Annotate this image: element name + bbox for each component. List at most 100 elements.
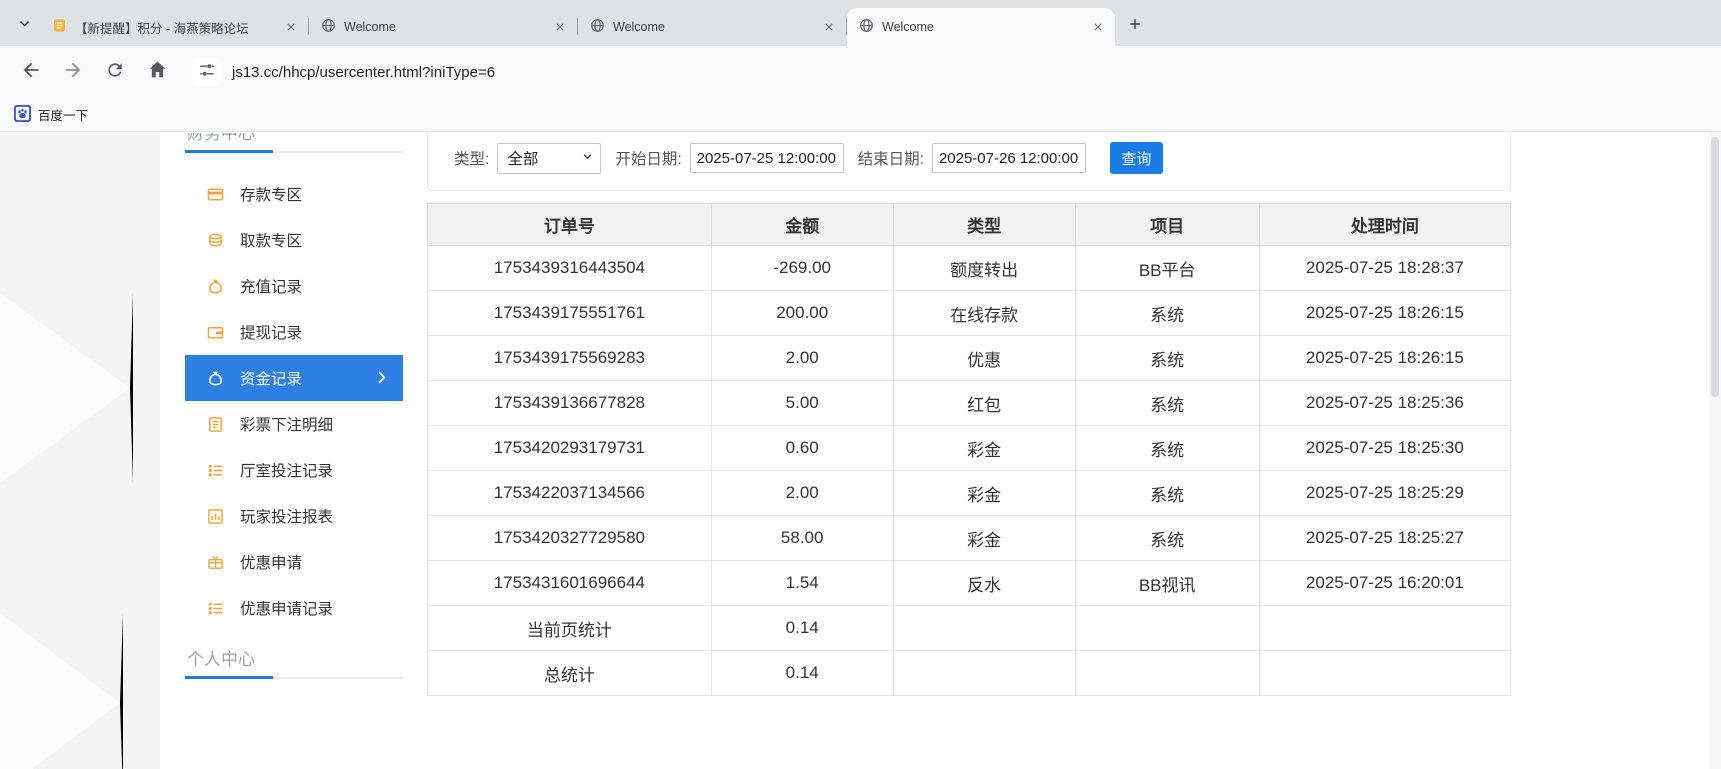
sidebar-item-funds-records[interactable]: 资金记录 xyxy=(185,355,403,401)
tab-welcome-active[interactable]: Welcome xyxy=(847,8,1115,46)
table-summary-row-total: 总统计 0.14 xyxy=(427,650,1512,696)
cell-summary-label: 总统计 xyxy=(427,650,712,696)
tab-title: Welcome xyxy=(344,20,396,34)
address-url[interactable]: js13.cc/hhcp/usercenter.html?iniType=6 xyxy=(232,64,495,81)
sidebar-item-deposit[interactable]: 存款专区 xyxy=(185,171,403,217)
cell-order-no: 1753439175551761 xyxy=(427,290,712,336)
sidebar-item-label: 玩家投注报表 xyxy=(240,509,334,526)
promo-apply-icon xyxy=(207,554,225,571)
tab-strip: 【新提醒】积分 - 海燕策略论坛 Welcome Welcome Welcome xyxy=(0,0,1721,46)
sidebar-item-promo-apply[interactable]: 优惠申请 xyxy=(185,539,403,585)
cell-order-no: 1753431601696644 xyxy=(427,560,712,606)
refresh-icon xyxy=(105,60,125,85)
sidebar-item-label: 厅室投注记录 xyxy=(240,463,334,480)
tune-icon xyxy=(198,61,216,84)
new-tab-button[interactable] xyxy=(1121,12,1149,40)
chevron-down-icon xyxy=(582,149,593,167)
sidebar-item-label: 充值记录 xyxy=(240,279,303,296)
hall-bet-icon xyxy=(207,462,225,479)
cell-amount: 58.00 xyxy=(710,515,894,561)
page-scrollbar[interactable] xyxy=(1709,133,1721,769)
tab-close-button[interactable] xyxy=(1089,18,1107,36)
tab-title: Welcome xyxy=(882,20,934,34)
recharge-record-icon xyxy=(207,278,225,295)
browser-window: 【新提醒】积分 - 海燕策略论坛 Welcome Welcome Welcome… xyxy=(0,0,1721,769)
section-underline xyxy=(185,676,273,679)
tab-close-button[interactable] xyxy=(282,18,300,36)
col-header-type: 类型 xyxy=(892,203,1076,246)
end-date-input[interactable] xyxy=(931,143,1086,173)
back-arrow-icon xyxy=(20,59,42,86)
cell-project xyxy=(1074,650,1260,696)
cell-project xyxy=(1074,605,1260,651)
site-info-button[interactable] xyxy=(192,57,222,87)
col-header-time: 处理时间 xyxy=(1258,203,1512,246)
table-row: 1753420293179731 0.60 彩金 系统 2025-07-25 1… xyxy=(427,425,1512,471)
cell-amount: 0.14 xyxy=(710,605,894,651)
sidebar-item-label: 存款专区 xyxy=(240,187,303,204)
tab-welcome-1[interactable]: Welcome xyxy=(309,8,577,46)
cell-type: 优惠 xyxy=(892,335,1076,381)
tab-close-button[interactable] xyxy=(551,18,569,36)
back-button[interactable] xyxy=(12,53,50,91)
forward-button[interactable] xyxy=(54,53,92,91)
table-row: 1753431601696644 1.54 反水 BB视讯 2025-07-25… xyxy=(427,560,1512,606)
bookmark-baidu[interactable]: 百度一下 xyxy=(14,104,88,125)
sidebar-item-player-report[interactable]: 玩家投注报表 xyxy=(185,493,403,539)
sidebar-item-label: 提现记录 xyxy=(240,325,303,342)
cell-order-no: 1753422037134566 xyxy=(427,470,712,516)
cell-summary-label: 当前页统计 xyxy=(427,605,712,651)
plus-icon xyxy=(1128,17,1142,36)
cell-amount: 2.00 xyxy=(710,470,894,516)
refresh-button[interactable] xyxy=(96,53,134,91)
table-row: 1753422037134566 2.00 彩金 系统 2025-07-25 1… xyxy=(427,470,1512,516)
sidebar-item-recharge-records[interactable]: 充值记录 xyxy=(185,263,403,309)
sidebar-item-withdrawal-records[interactable]: 提现记录 xyxy=(185,309,403,355)
tab-search-button[interactable] xyxy=(10,12,38,40)
table-header-row: 订单号 金额 类型 项目 处理时间 xyxy=(427,203,1512,246)
search-button[interactable]: 查询 xyxy=(1109,142,1163,174)
promo-record-icon xyxy=(207,600,225,617)
cell-order-no: 1753420293179731 xyxy=(427,425,712,471)
col-header-order-no: 订单号 xyxy=(427,203,712,246)
cell-time xyxy=(1258,605,1512,651)
main-content: 类型: 全部 开始日期: 结束日期: 查询 xyxy=(427,133,1512,696)
cell-amount: -269.00 xyxy=(710,245,894,291)
home-icon xyxy=(147,59,168,85)
sidebar-item-withdraw[interactable]: 取款专区 xyxy=(185,217,403,263)
sidebar-item-lottery-bets[interactable]: 彩票下注明细 xyxy=(185,401,403,447)
tab-welcome-2[interactable]: Welcome xyxy=(578,8,846,46)
chevron-down-icon xyxy=(18,17,31,35)
funds-records-table: 订单号 金额 类型 项目 处理时间 1753439316443504 -269.… xyxy=(427,203,1512,696)
cell-type: 额度转出 xyxy=(892,245,1076,291)
page-left-decoration xyxy=(0,133,160,769)
tab-close-button[interactable] xyxy=(820,18,838,36)
cell-project: 系统 xyxy=(1074,425,1260,471)
sidebar-item-hall-bets[interactable]: 厅室投注记录 xyxy=(185,447,403,493)
baidu-icon xyxy=(14,104,31,125)
sidebar-item-promo-records[interactable]: 优惠申请记录 xyxy=(185,585,403,631)
document-icon xyxy=(52,18,67,36)
cell-project: 系统 xyxy=(1074,335,1260,381)
cell-type: 反水 xyxy=(892,560,1076,606)
sidebar: 财务中心 存款专区 取款专区 充值记录 提现记录 资金记录 彩票下注明细 厅室投… xyxy=(185,133,403,679)
section-underline xyxy=(185,150,273,153)
cell-amount: 0.14 xyxy=(710,650,894,696)
cell-time xyxy=(1258,650,1512,696)
scrollbar-thumb[interactable] xyxy=(1711,137,1719,397)
tab-forum[interactable]: 【新提醒】积分 - 海燕策略论坛 xyxy=(40,8,308,46)
filter-bar: 类型: 全部 开始日期: 结束日期: 查询 xyxy=(427,133,1511,191)
start-date-input[interactable] xyxy=(689,143,844,173)
cell-type: 在线存款 xyxy=(892,290,1076,336)
cell-amount: 1.54 xyxy=(710,560,894,606)
page-content: 财务中心 存款专区 取款专区 充值记录 提现记录 资金记录 彩票下注明细 厅室投… xyxy=(0,133,1721,769)
decorative-triangle xyxy=(0,293,133,483)
type-select[interactable]: 全部 xyxy=(497,142,602,174)
home-button[interactable] xyxy=(138,53,176,91)
globe-icon xyxy=(321,18,336,36)
cell-amount: 2.00 xyxy=(710,335,894,381)
table-row: 1753439316443504 -269.00 额度转出 BB平台 2025-… xyxy=(427,245,1512,291)
cell-project: 系统 xyxy=(1074,290,1260,336)
cell-order-no: 1753420327729580 xyxy=(427,515,712,561)
globe-icon xyxy=(590,18,605,36)
